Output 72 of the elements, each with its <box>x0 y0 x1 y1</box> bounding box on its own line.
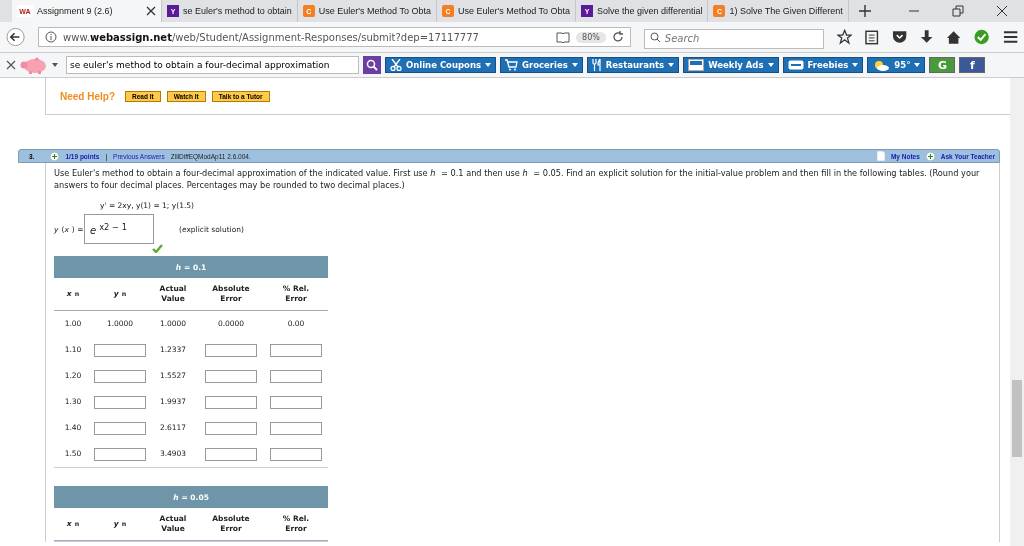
toolbar-button[interactable]: Restaurants <box>586 57 680 73</box>
toolbar-button[interactable]: Weekly Ads <box>683 57 779 73</box>
question-text: Use Euler's method to obtain a four-decimal approximation of the indicated value. First use h = 0.1 and then use h = 0.05. Find an explicit solution for the initial-value problem and then fill in the following tables. (Round your answers to four decimal places. Percentages may be rounded to two decimal places.) <box>54 167 981 191</box>
cart-icon <box>505 59 519 71</box>
caret-icon <box>852 63 859 67</box>
clipboard-icon[interactable] <box>865 29 879 45</box>
search-icon <box>649 32 661 43</box>
star-icon[interactable] <box>836 29 853 45</box>
answer-field[interactable]: e$^{x2 − 1}$ <box>84 214 154 244</box>
tab-title: Use Euler's Method To Obta <box>457 6 570 16</box>
toolbar-button[interactable]: G <box>929 57 956 73</box>
back-icon[interactable] <box>6 27 26 47</box>
answer-field[interactable] <box>205 447 257 461</box>
answer-field[interactable] <box>270 421 322 435</box>
tab-title: se Euler's method to obtain <box>183 6 292 16</box>
close-icon[interactable] <box>6 60 16 70</box>
tag-icon <box>787 60 804 70</box>
pocket-icon[interactable] <box>891 29 907 45</box>
toolbar-button[interactable]: Online Coupons <box>385 57 497 73</box>
tab-title: 1) Solve The Given Different <box>729 6 843 16</box>
search-icon <box>366 59 378 71</box>
menu-icon[interactable] <box>1002 30 1018 44</box>
dropdown-icon[interactable] <box>52 62 58 68</box>
search-field[interactable]: se euler's method to obtain a four-decimal approximation <box>66 56 359 74</box>
caret-icon <box>914 63 921 67</box>
reload-icon[interactable] <box>611 31 624 43</box>
caret-icon <box>668 63 675 67</box>
answer-field[interactable] <box>94 369 146 383</box>
restore-icon[interactable] <box>952 5 964 17</box>
address-field[interactable]: www.webassign.net/web/Student/Assignment-Responses/submit?dep=17117777 80% <box>38 27 631 47</box>
caret-icon <box>571 63 578 67</box>
answer-field[interactable] <box>270 343 322 357</box>
search-button[interactable] <box>363 56 381 74</box>
download-icon[interactable] <box>919 29 934 45</box>
plus-icon <box>925 151 935 161</box>
check-icon[interactable] <box>974 29 990 45</box>
cutlery-icon <box>591 59 602 71</box>
answer-field[interactable] <box>205 369 257 383</box>
caret-icon <box>485 63 492 67</box>
tab-title: Use Euler's Method To Obta <box>318 6 431 16</box>
answer-field[interactable] <box>270 447 322 461</box>
scrollbar[interactable] <box>1010 78 1024 546</box>
answer-field[interactable] <box>270 395 322 409</box>
close-icon[interactable] <box>146 6 156 16</box>
answer-field[interactable] <box>94 447 146 461</box>
answer-field[interactable] <box>205 343 257 357</box>
caret-icon <box>767 63 774 67</box>
info-icon[interactable] <box>45 31 58 43</box>
tab-title: Assignment 9 (2.6) <box>37 6 114 16</box>
answer-field[interactable] <box>270 369 322 383</box>
toolbar-button[interactable]: Freebies <box>782 57 864 73</box>
toolbar-button[interactable]: f <box>959 57 986 73</box>
tag-icon <box>688 59 705 71</box>
note-icon <box>876 151 885 161</box>
answer-field[interactable] <box>94 395 146 409</box>
need-help-label: Need Help? <box>60 90 115 102</box>
search-field[interactable]: Search <box>643 28 824 49</box>
reader-icon[interactable] <box>556 31 571 43</box>
tab-title: Solve the given differential <box>597 6 703 16</box>
scissors-icon <box>390 59 402 71</box>
sun-cloud-icon <box>872 59 891 71</box>
answer-field[interactable] <box>205 395 257 409</box>
plus-icon <box>50 151 60 161</box>
home-icon[interactable] <box>946 29 962 45</box>
answer-field[interactable] <box>94 421 146 435</box>
close-icon[interactable] <box>996 5 1008 17</box>
answer-field[interactable] <box>205 421 257 435</box>
plus-icon[interactable] <box>858 5 871 17</box>
toolbar-button[interactable]: Groceries <box>500 57 583 73</box>
answer-field[interactable] <box>94 343 146 357</box>
zoom-level[interactable]: 80% <box>576 31 606 43</box>
toolbar-button[interactable]: 95° <box>867 57 926 73</box>
